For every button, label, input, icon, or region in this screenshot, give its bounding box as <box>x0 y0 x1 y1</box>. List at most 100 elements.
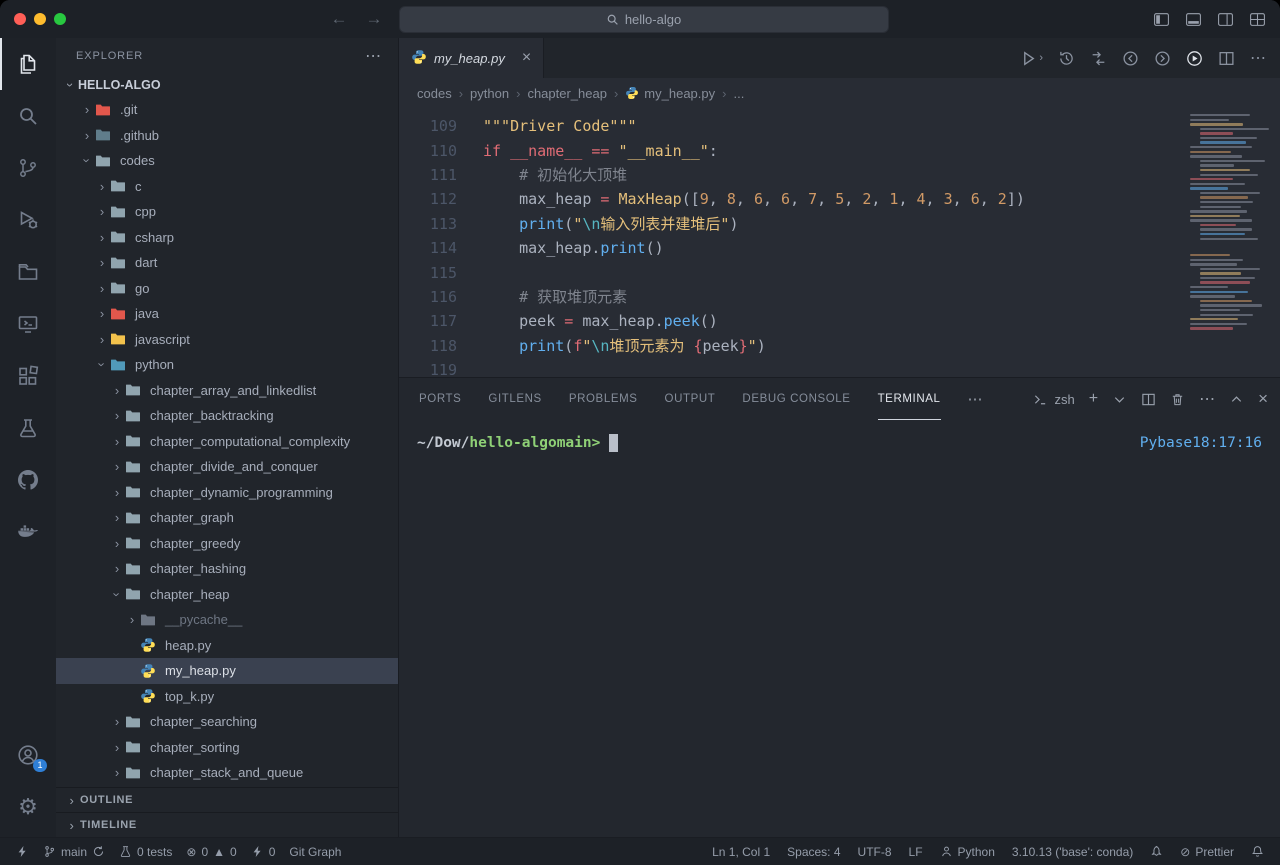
project-folder-icon[interactable] <box>0 246 56 298</box>
status-remote-indicator[interactable] <box>10 838 35 865</box>
command-center-search[interactable]: hello-algo <box>399 6 889 33</box>
panel-tab-gitlens[interactable]: GITLENS <box>488 378 541 420</box>
github-icon[interactable] <box>0 454 56 506</box>
explorer-icon[interactable] <box>0 38 56 90</box>
tree-item[interactable]: ›chapter_array_and_linkedlist <box>56 378 398 404</box>
tree-item[interactable]: ›chapter_backtracking <box>56 403 398 429</box>
panel-more-tabs-icon[interactable]: ⋯ <box>968 390 983 408</box>
zoom-window-button[interactable] <box>54 13 66 25</box>
terminal-profile-selector[interactable]: zsh <box>1033 392 1074 407</box>
search-icon[interactable] <box>0 90 56 142</box>
tree-item[interactable]: ›__pycache__ <box>56 607 398 633</box>
workspace-root-folder[interactable]: › HELLO-ALGO <box>56 73 398 97</box>
source-control-icon[interactable] <box>0 142 56 194</box>
explorer-more-actions-icon[interactable]: ⋯ <box>365 46 382 66</box>
tree-item[interactable]: ›chapter_stack_and_queue <box>56 760 398 786</box>
settings-icon[interactable]: ⚙ <box>0 781 56 833</box>
close-panel-icon[interactable]: × <box>1258 389 1268 409</box>
customize-layout-icon[interactable] <box>1249 11 1266 28</box>
panel-tab-debug-console[interactable]: DEBUG CONSOLE <box>742 378 850 420</box>
remote-explorer-icon[interactable] <box>0 298 56 350</box>
status-language-mode[interactable]: Python <box>934 838 1001 865</box>
new-terminal-icon[interactable]: + <box>1089 390 1098 408</box>
previous-change-icon[interactable] <box>1122 50 1139 67</box>
run-debug-icon[interactable] <box>0 194 56 246</box>
tree-item[interactable]: ›chapter_graph <box>56 505 398 531</box>
status-bolt-count[interactable]: 0 <box>245 838 282 865</box>
status-cursor-position[interactable]: Ln 1, Col 1 <box>706 838 776 865</box>
outline-section[interactable]: › OUTLINE <box>56 787 398 812</box>
status-git-graph[interactable]: Git Graph <box>283 838 347 865</box>
split-terminal-icon[interactable] <box>1141 392 1156 407</box>
status-problems[interactable]: ⊗0▲0 <box>180 838 242 865</box>
status-server[interactable] <box>1144 838 1169 865</box>
run-python-file-button[interactable]: › <box>1020 50 1043 67</box>
tree-item[interactable]: ›java <box>56 301 398 327</box>
timeline-section[interactable]: › TIMELINE <box>56 812 398 837</box>
status-indentation[interactable]: Spaces: 4 <box>781 838 846 865</box>
tree-item[interactable]: ›dart <box>56 250 398 276</box>
more-actions-icon[interactable]: ⋯ <box>1250 48 1266 68</box>
terminal-more-actions-icon[interactable]: ⋯ <box>1199 389 1215 409</box>
tree-item[interactable]: ›chapter_dynamic_programming <box>56 480 398 506</box>
tree-item[interactable]: ›go <box>56 276 398 302</box>
tree-item[interactable]: top_k.py <box>56 684 398 710</box>
status-notifications[interactable] <box>1245 838 1270 865</box>
breadcrumb-item[interactable]: python <box>470 86 509 101</box>
tree-item[interactable]: ›chapter_greedy <box>56 531 398 557</box>
tree-item[interactable]: ›chapter_divide_and_conquer <box>56 454 398 480</box>
docker-icon[interactable] <box>0 506 56 558</box>
tree-item[interactable]: ›chapter_sorting <box>56 735 398 761</box>
code-editor[interactable]: 109"""Driver Code"""110if __name__ == "_… <box>399 108 1280 377</box>
status-prettier[interactable]: ⊘Prettier <box>1174 838 1240 865</box>
forward-icon[interactable]: → <box>366 9 383 29</box>
toggle-sidebar-icon[interactable] <box>1153 11 1170 28</box>
tree-item[interactable]: my_heap.py <box>56 658 398 684</box>
status-tests[interactable]: 0 tests <box>113 838 178 865</box>
breadcrumb-item[interactable]: ... <box>733 86 744 101</box>
tree-item[interactable]: ›chapter_hashing <box>56 556 398 582</box>
tree-item[interactable]: ›c <box>56 174 398 200</box>
terminal-dropdown-icon[interactable] <box>1112 392 1127 407</box>
toggle-panel-icon[interactable] <box>1185 11 1202 28</box>
tree-item[interactable]: ›.github <box>56 123 398 149</box>
split-editor-icon[interactable] <box>1218 50 1235 67</box>
breadcrumb-item[interactable]: chapter_heap <box>527 86 607 101</box>
tree-item[interactable]: ›.git <box>56 97 398 123</box>
close-window-button[interactable] <box>14 13 26 25</box>
view-history-icon[interactable] <box>1058 50 1075 67</box>
terminal-area[interactable]: ~/Dow/hello-algo main >Py base 18:17:16 <box>399 420 1280 837</box>
minimap[interactable] <box>1190 114 1276 377</box>
panel-tab-output[interactable]: OUTPUT <box>665 378 716 420</box>
status-git-branch[interactable]: main <box>37 838 111 865</box>
breadcrumb-item[interactable]: codes <box>417 86 452 101</box>
tree-item[interactable]: ›csharp <box>56 225 398 251</box>
testing-icon[interactable] <box>0 402 56 454</box>
tree-item[interactable]: ›chapter_searching <box>56 709 398 735</box>
tree-item[interactable]: ›javascript <box>56 327 398 353</box>
tree-item[interactable]: heap.py <box>56 633 398 659</box>
next-change-icon[interactable] <box>1154 50 1171 67</box>
run-code-icon[interactable] <box>1186 50 1203 67</box>
open-changes-icon[interactable] <box>1090 50 1107 67</box>
tab-my-heap[interactable]: my_heap.py × <box>399 38 544 78</box>
status-eol[interactable]: LF <box>903 838 929 865</box>
extensions-icon[interactable] <box>0 350 56 402</box>
minimize-window-button[interactable] <box>34 13 46 25</box>
tree-item[interactable]: ›python <box>56 352 398 378</box>
panel-tab-problems[interactable]: PROBLEMS <box>569 378 638 420</box>
maximize-panel-icon[interactable] <box>1229 392 1244 407</box>
back-icon[interactable]: ← <box>331 9 348 29</box>
tree-item[interactable]: ›chapter_computational_complexity <box>56 429 398 455</box>
close-tab-icon[interactable]: × <box>522 49 531 67</box>
status-python-interpreter[interactable]: 3.10.13 ('base': conda) <box>1006 838 1139 865</box>
account-icon[interactable]: 1 <box>0 729 56 781</box>
panel-tab-terminal[interactable]: TERMINAL <box>878 378 941 420</box>
panel-tab-ports[interactable]: PORTS <box>419 378 461 420</box>
breadcrumb-item[interactable]: my_heap.py <box>625 86 715 101</box>
status-encoding[interactable]: UTF-8 <box>852 838 898 865</box>
tree-item[interactable]: ›chapter_heap <box>56 582 398 608</box>
tree-item[interactable]: ›cpp <box>56 199 398 225</box>
toggle-secondary-sidebar-icon[interactable] <box>1217 11 1234 28</box>
kill-terminal-icon[interactable] <box>1170 392 1185 407</box>
